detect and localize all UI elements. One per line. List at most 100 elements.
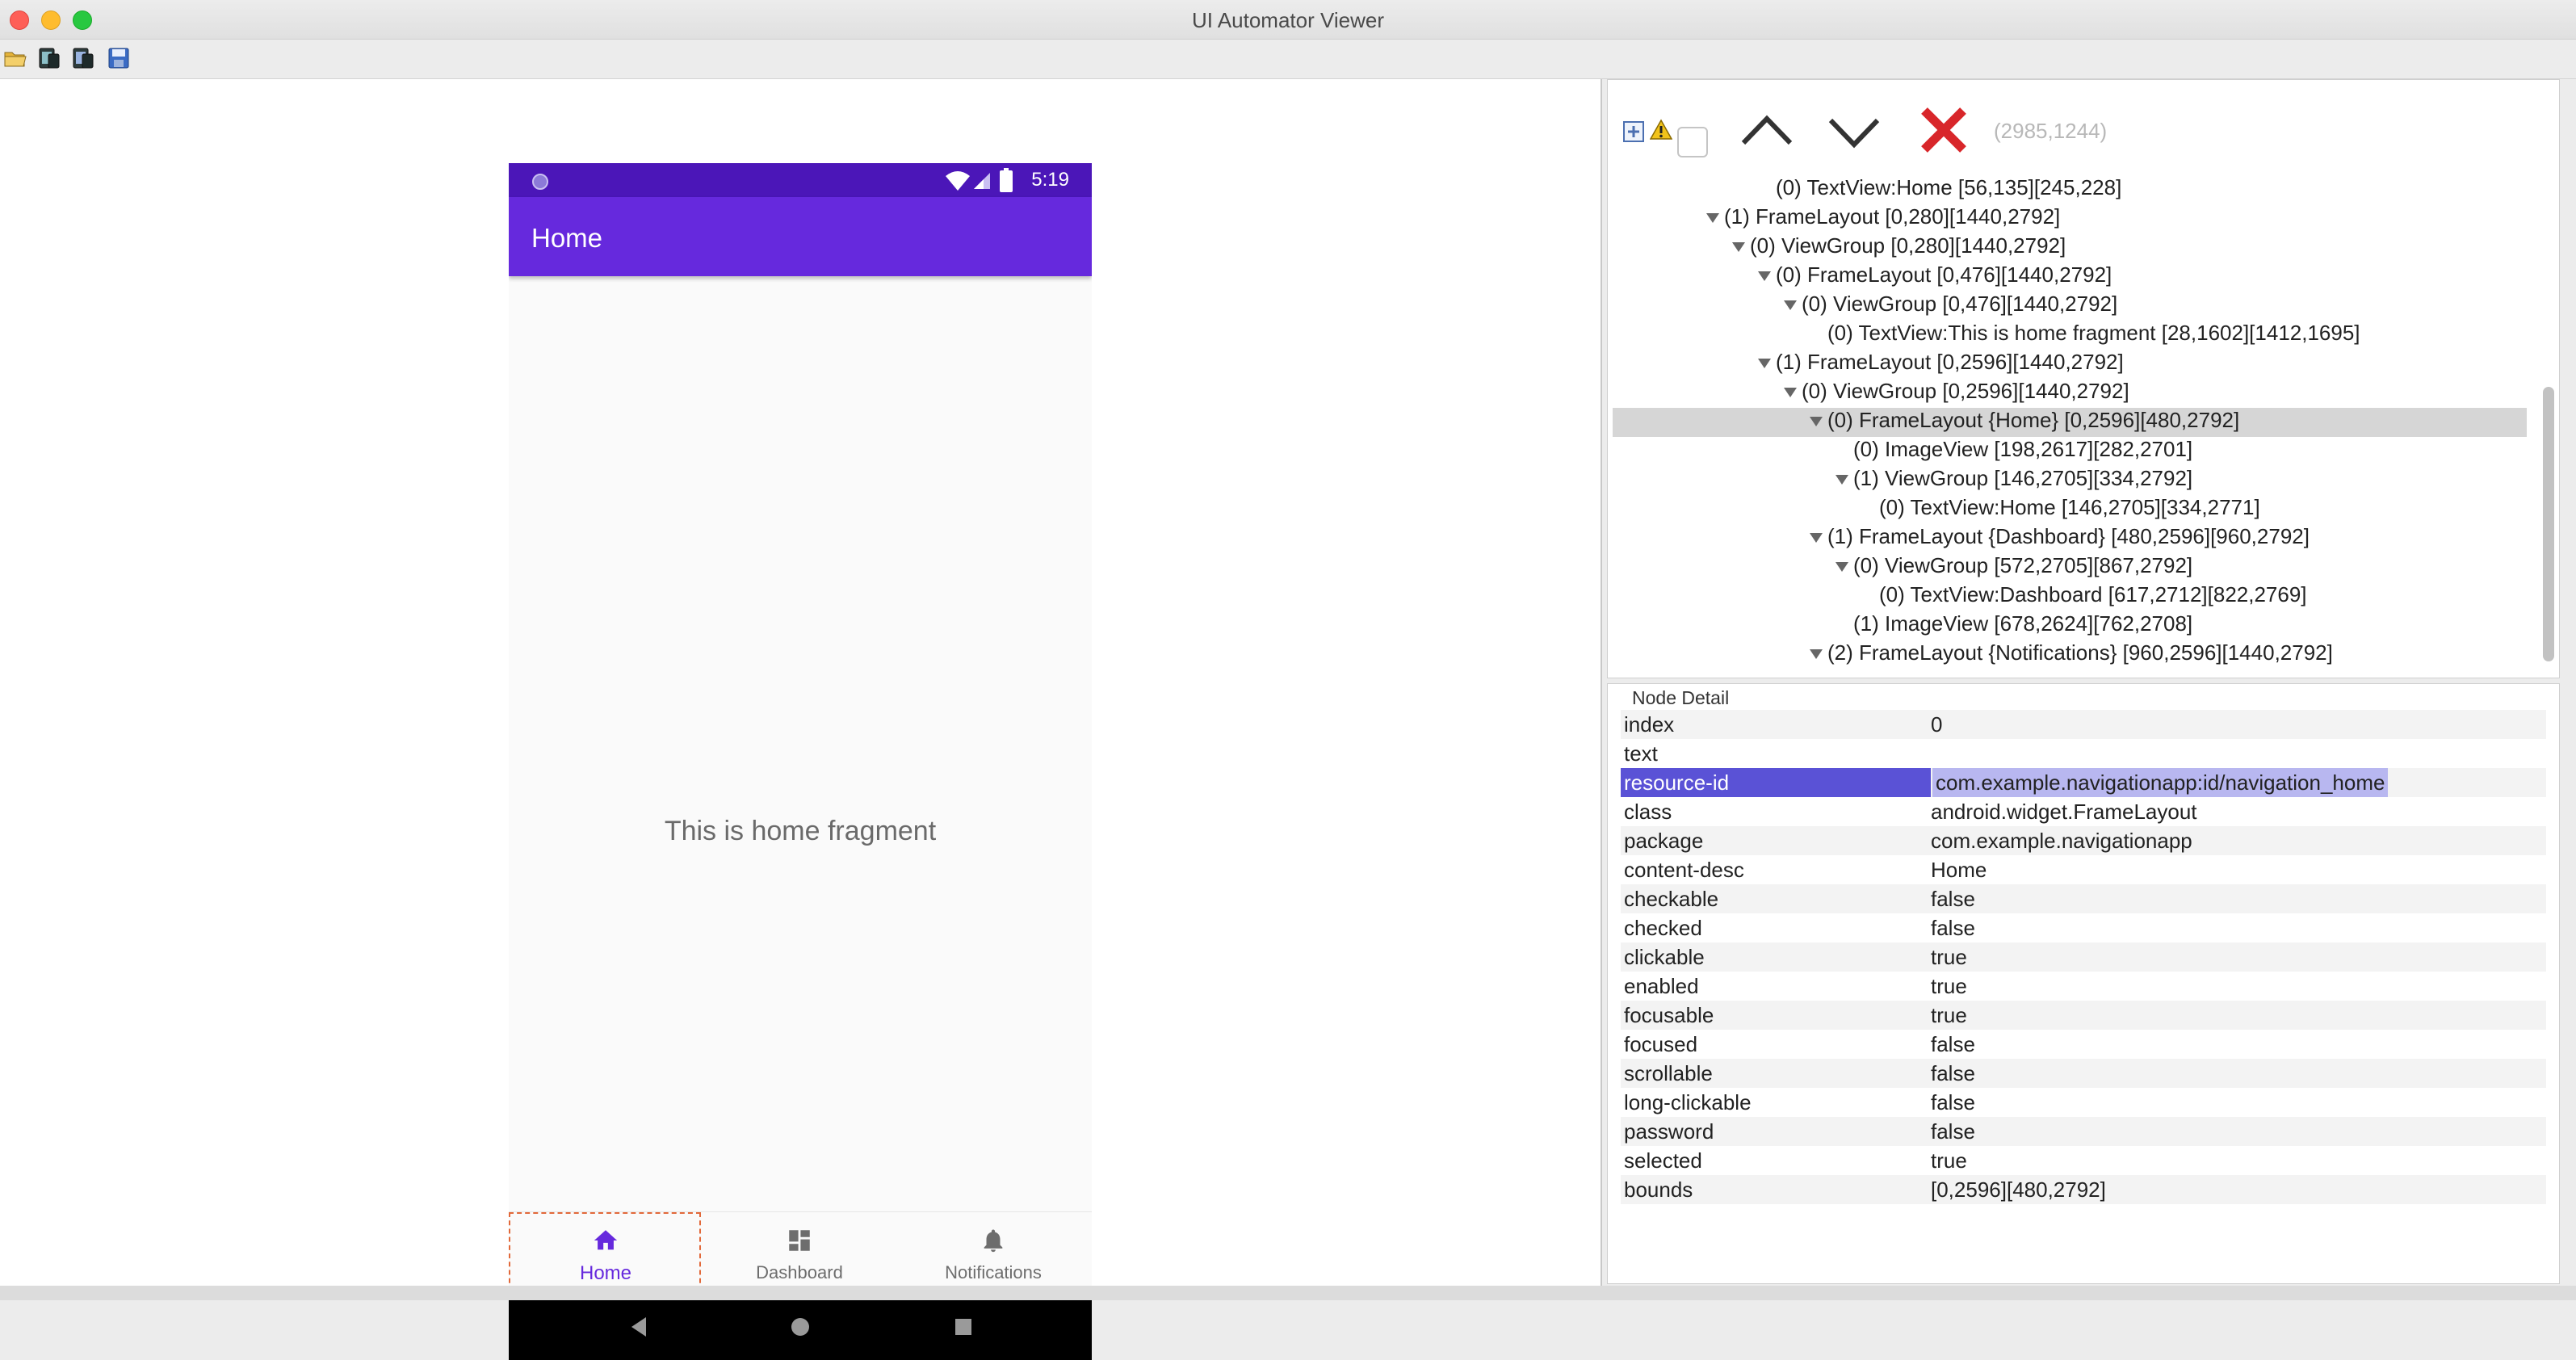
tree-node[interactable]: (1) ViewGroup [146,2705][334,2792] xyxy=(1613,466,2527,495)
open-folder-icon[interactable] xyxy=(3,46,27,70)
recents-icon[interactable] xyxy=(954,1318,972,1336)
device-screenshot-icon[interactable] xyxy=(37,46,61,70)
node-detail-row[interactable]: checkable false xyxy=(1621,884,2546,913)
tree-node[interactable]: (2) FrameLayout {Notifications} [960,259… xyxy=(1613,640,2527,670)
tree-node[interactable]: (1) FrameLayout {Dashboard} [480,2596][9… xyxy=(1613,524,2527,553)
tree-node-label: (0) TextView:Dashboard [617,2712][822,27… xyxy=(1879,582,2307,607)
warning-icon[interactable] xyxy=(1650,119,1672,141)
wifi-icon xyxy=(946,171,970,191)
node-detail-row[interactable]: password false xyxy=(1621,1117,2546,1146)
tree-node[interactable]: (0) ViewGroup [572,2705][867,2792] xyxy=(1613,553,2527,582)
expand-toggle-icon[interactable] xyxy=(1706,213,1719,224)
node-detail-row[interactable]: bounds [0,2596][480,2792] xyxy=(1621,1175,2546,1204)
expand-toggle-icon[interactable] xyxy=(1836,475,1848,485)
hierarchy-scroll-thumb[interactable] xyxy=(2543,387,2554,661)
node-detail-row[interactable]: selected true xyxy=(1621,1146,2546,1175)
node-detail-row[interactable]: long-clickable false xyxy=(1621,1088,2546,1117)
tree-node[interactable]: (0) FrameLayout [0,476][1440,2792] xyxy=(1613,262,2527,292)
expand-toggle-icon[interactable] xyxy=(1836,562,1848,573)
hierarchy-scrollbar[interactable] xyxy=(2535,175,2557,676)
window-bottom-edge xyxy=(0,1286,2576,1300)
node-detail-value: true xyxy=(1931,945,1967,969)
app-bar: Home xyxy=(509,197,1092,276)
tree-node[interactable]: (0) TextView:This is home fragment [28,1… xyxy=(1613,321,2527,350)
home-circle-icon[interactable] xyxy=(790,1316,811,1337)
chevron-up-icon[interactable] xyxy=(1740,111,1794,149)
node-detail-row[interactable] xyxy=(1621,1204,2546,1233)
battery-icon xyxy=(1000,168,1013,192)
node-detail-key: resource-id xyxy=(1621,768,1931,797)
tree-node-label: (0) TextView:Home [146,2705][334,2771] xyxy=(1879,495,2260,519)
tree-node[interactable]: (1) ImageView [678,2624][762,2708] xyxy=(1613,611,2527,640)
status-clock: 5:19 xyxy=(1031,169,1069,191)
tree-node[interactable]: (0) ViewGroup [0,2596][1440,2792] xyxy=(1613,379,2527,408)
back-icon[interactable] xyxy=(630,1316,648,1337)
tree-node[interactable]: (0) TextView:Home [56,135][245,228] xyxy=(1613,175,2527,204)
nav-label-dashboard: Dashboard xyxy=(756,1262,843,1282)
node-detail-value: [0,2596][480,2792] xyxy=(1931,1177,2106,1202)
node-detail-key: text xyxy=(1624,741,1658,766)
node-detail-value: true xyxy=(1931,974,1967,998)
expand-toggle-icon[interactable] xyxy=(1810,417,1823,427)
tree-node[interactable]: (0) FrameLayout {Home} [0,2596][480,2792… xyxy=(1613,408,2527,437)
tree-node-label: (2) FrameLayout {Notifications} [960,259… xyxy=(1827,640,2333,665)
tree-node-label: (0) FrameLayout {Home} [0,2596][480,2792… xyxy=(1827,408,2240,432)
node-detail-key: bounds xyxy=(1624,1177,1693,1202)
node-detail-row[interactable]: package com.example.navigationapp xyxy=(1621,826,2546,855)
toggle-nav-checkbox[interactable] xyxy=(1677,127,1708,157)
node-detail-row[interactable]: focused false xyxy=(1621,1030,2546,1059)
node-detail-value: 0 xyxy=(1931,712,1943,737)
nav-item-dashboard[interactable]: Dashboard xyxy=(703,1212,896,1293)
expand-toggle-icon[interactable] xyxy=(1810,533,1823,544)
node-detail-title: Node Detail xyxy=(1632,687,1730,708)
node-detail-value: false xyxy=(1931,1119,1975,1144)
expand-toggle-icon[interactable] xyxy=(1784,300,1797,311)
tree-node[interactable]: (0) ViewGroup [0,280][1440,2792] xyxy=(1613,233,2527,262)
node-detail-row[interactable]: clickable true xyxy=(1621,942,2546,972)
node-detail-value: false xyxy=(1931,1032,1975,1056)
node-detail-panel: Node Detail index 0 text resource-id com.exa… xyxy=(1607,683,2560,1284)
tree-node[interactable]: (0) ImageView [198,2617][282,2701] xyxy=(1613,437,2527,466)
screenshot-pane: 5:19 Home This is home fragment Home Das… xyxy=(0,79,1602,1360)
tree-node-label: (1) ViewGroup [146,2705][334,2792] xyxy=(1853,466,2193,490)
toolbar xyxy=(0,40,2576,79)
tree-node[interactable]: (0) TextView:Home [146,2705][334,2771] xyxy=(1613,495,2527,524)
device-screenshot-compressed-icon[interactable] xyxy=(71,46,95,70)
node-detail-row[interactable]: scrollable false xyxy=(1621,1059,2546,1088)
hierarchy-tree[interactable]: (0) TextView:Home [56,135][245,228] (1) F… xyxy=(1608,175,2527,676)
expand-all-icon[interactable] xyxy=(1622,120,1645,143)
node-detail-row[interactable]: resource-id com.example.navigationapp:id/… xyxy=(1621,768,2546,797)
nav-item-notifications[interactable]: Notifications xyxy=(896,1212,1090,1293)
nav-label-notifications: Notifications xyxy=(945,1262,1042,1282)
node-detail-key: clickable xyxy=(1624,945,1705,969)
tree-node[interactable]: (0) TextView:Dashboard [617,2712][822,27… xyxy=(1613,582,2527,611)
signal-icon xyxy=(974,173,990,189)
node-detail-row[interactable]: content-desc Home xyxy=(1621,855,2546,884)
tree-node-label: (0) TextView:This is home fragment [28,1… xyxy=(1827,321,2360,345)
save-icon[interactable] xyxy=(107,46,131,70)
tree-node[interactable]: (0) ViewGroup [0,476][1440,2792] xyxy=(1613,292,2527,321)
node-detail-key: password xyxy=(1624,1119,1714,1144)
tree-node[interactable]: (1) FrameLayout [0,280][1440,2792] xyxy=(1613,204,2527,233)
app-title: Home xyxy=(531,223,603,253)
nav-item-home[interactable]: Home xyxy=(509,1212,703,1293)
node-detail-value: com.example.navigationapp xyxy=(1931,829,2192,853)
tree-node-label: (1) FrameLayout [0,2596][1440,2792] xyxy=(1776,350,2124,374)
node-detail-row[interactable]: text xyxy=(1621,739,2546,768)
tree-node-label: (0) ViewGroup [0,280][1440,2792] xyxy=(1750,233,2066,258)
node-detail-row[interactable]: index 0 xyxy=(1621,710,2546,739)
expand-toggle-icon[interactable] xyxy=(1732,242,1745,253)
tree-node[interactable]: (1) FrameLayout [0,2596][1440,2792] xyxy=(1613,350,2527,379)
node-detail-row[interactable]: checked false xyxy=(1621,913,2546,942)
node-detail-row[interactable]: focusable true xyxy=(1621,1001,2546,1030)
chevron-down-icon[interactable] xyxy=(1827,112,1881,151)
expand-toggle-icon[interactable] xyxy=(1758,359,1771,369)
node-detail-key: selected xyxy=(1624,1148,1702,1173)
node-detail-row[interactable]: class android.widget.FrameLayout xyxy=(1621,797,2546,826)
expand-toggle-icon[interactable] xyxy=(1784,388,1797,398)
close-icon[interactable] xyxy=(1918,104,1970,156)
node-detail-row[interactable]: enabled true xyxy=(1621,972,2546,1001)
expand-toggle-icon[interactable] xyxy=(1810,649,1823,660)
expand-toggle-icon[interactable] xyxy=(1758,271,1771,282)
node-detail-key: scrollable xyxy=(1624,1061,1713,1085)
